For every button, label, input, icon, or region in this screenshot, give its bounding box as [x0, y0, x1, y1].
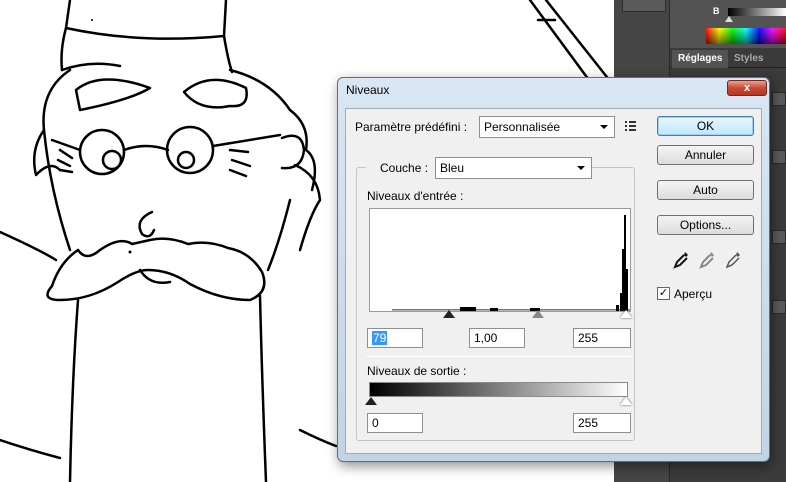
eyedropper-white-icon[interactable] — [725, 251, 741, 269]
divider — [366, 356, 632, 357]
preset-select[interactable]: Personnalisée — [479, 116, 615, 138]
preset-label: Paramètre prédéfini : — [355, 120, 468, 134]
blue-slider-thumb[interactable] — [725, 16, 733, 22]
preview-label: Aperçu — [674, 287, 713, 301]
close-button[interactable]: x — [727, 80, 767, 96]
output-levels-label: Niveaux de sortie : — [367, 364, 467, 378]
output-gradient-bar — [369, 382, 628, 397]
auto-button[interactable]: Auto — [657, 180, 754, 200]
panel-side-icon[interactable] — [772, 230, 786, 244]
options-button[interactable]: Options... — [657, 215, 754, 235]
input-black-field[interactable]: 79 — [367, 328, 423, 348]
channel-label: Couche : — [366, 161, 443, 175]
eyedropper-gray-icon[interactable] — [699, 251, 715, 269]
input-white-field[interactable]: 255 — [573, 328, 631, 348]
input-black-slider[interactable] — [443, 310, 455, 318]
tab-reglages[interactable]: Réglages — [672, 50, 729, 68]
input-gamma-slider[interactable] — [532, 310, 544, 318]
output-black-field[interactable]: 0 — [367, 413, 423, 433]
output-white-slider[interactable] — [620, 397, 632, 405]
blue-channel-label: B — [713, 6, 720, 16]
histogram — [369, 208, 632, 312]
eyedropper-black-icon[interactable] — [673, 251, 689, 269]
panel-side-icon[interactable] — [772, 300, 786, 314]
cancel-button[interactable]: Annuler — [657, 145, 754, 165]
checkmark-icon: ✓ — [658, 287, 669, 299]
close-icon: x — [743, 82, 751, 94]
dialog-title: Niveaux — [346, 83, 390, 97]
ok-button[interactable]: OK — [657, 116, 754, 136]
panel-side-icon[interactable] — [772, 150, 786, 164]
input-gamma-field[interactable]: 1,00 — [469, 328, 525, 348]
color-spectrum-ramp[interactable] — [706, 28, 786, 44]
chevron-down-icon — [600, 125, 608, 129]
preset-value: Personnalisée — [484, 120, 561, 134]
chevron-down-icon — [577, 166, 585, 170]
preset-options-icon[interactable] — [625, 120, 639, 132]
preview-checkbox[interactable]: ✓ — [657, 287, 670, 300]
output-black-slider[interactable] — [365, 397, 377, 405]
channel-select[interactable]: Bleu — [435, 157, 592, 179]
tab-styles[interactable]: Styles — [728, 50, 769, 68]
input-white-slider[interactable] — [620, 310, 632, 318]
panel-side-icon[interactable] — [772, 92, 786, 106]
input-levels-label: Niveaux d'entrée : — [367, 189, 464, 203]
channel-value: Bleu — [440, 161, 465, 175]
histogram-graph — [392, 215, 632, 311]
output-white-field[interactable]: 255 — [573, 413, 631, 433]
blue-channel-slider[interactable] — [728, 8, 786, 16]
panel-collapse-button[interactable] — [622, 0, 666, 12]
